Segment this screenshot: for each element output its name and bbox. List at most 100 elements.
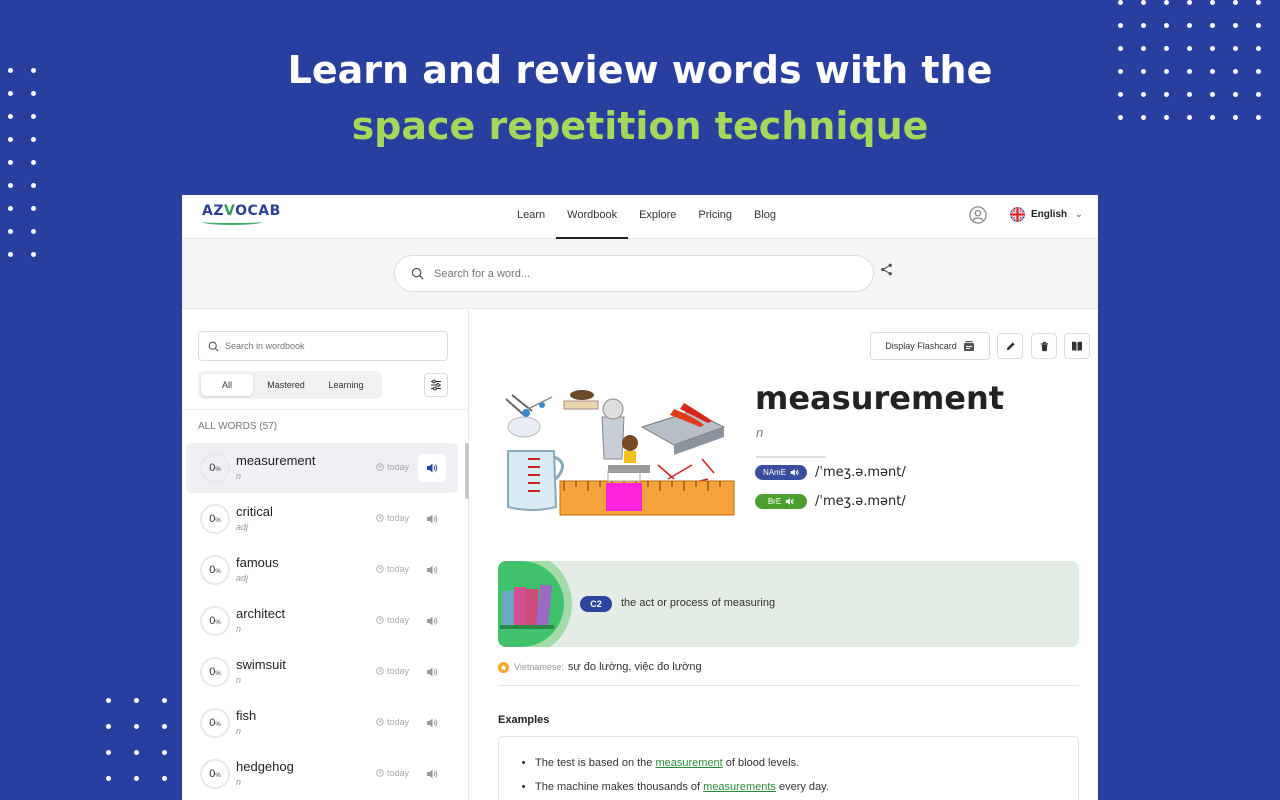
translation-text: sự đo lường, việc đo lường bbox=[567, 661, 702, 673]
review-due: today bbox=[376, 768, 409, 778]
definition-card: C2 the act or process of measuring bbox=[498, 561, 1079, 647]
word-list-item[interactable]: 0% swimsuit n today bbox=[186, 647, 458, 697]
speaker-icon bbox=[785, 498, 794, 505]
bre-audio-button[interactable]: BrE bbox=[755, 494, 807, 509]
star-icon bbox=[498, 661, 509, 673]
pronounce-button[interactable] bbox=[418, 658, 446, 686]
review-due: today bbox=[376, 564, 409, 574]
wordbook-button[interactable] bbox=[1064, 333, 1090, 359]
flashcard-icon bbox=[963, 341, 974, 351]
review-due: today bbox=[376, 462, 409, 472]
nav-link-wordbook[interactable]: Wordbook bbox=[556, 195, 629, 239]
bre-ipa: /ˈmeʒ.ə.mənt/ bbox=[815, 494, 906, 509]
clock-icon bbox=[376, 514, 384, 522]
word-pos: n bbox=[236, 624, 242, 634]
nav-link-learn[interactable]: Learn bbox=[506, 195, 556, 239]
definition-text: the act or process of measuring bbox=[621, 597, 776, 609]
word-list-item[interactable]: 0% fish n today bbox=[186, 698, 458, 748]
books-icon bbox=[500, 584, 554, 629]
display-flashcard-label: Display Flashcard bbox=[885, 341, 957, 351]
filter-tab-all[interactable]: All bbox=[201, 374, 253, 396]
sliders-icon bbox=[431, 379, 441, 391]
word-label: fish bbox=[236, 708, 257, 723]
speaker-icon bbox=[427, 769, 438, 779]
filter-tab-mastered[interactable]: Mastered bbox=[253, 374, 319, 396]
speaker-icon bbox=[790, 469, 799, 476]
speaker-icon bbox=[427, 565, 438, 575]
azvocab-logo[interactable]: AZVOCAB bbox=[202, 203, 281, 225]
word-pos: adj bbox=[236, 522, 249, 532]
word-pos: adj bbox=[236, 573, 249, 583]
speaker-icon bbox=[427, 616, 438, 626]
review-due: today bbox=[376, 513, 409, 523]
nav-link-pricing[interactable]: Pricing bbox=[687, 195, 743, 239]
clock-icon bbox=[376, 769, 384, 777]
nav-link-blog[interactable]: Blog bbox=[743, 195, 787, 239]
sidebar-scrollbar[interactable] bbox=[465, 443, 469, 499]
pronounce-button[interactable] bbox=[418, 454, 446, 482]
clock-icon bbox=[376, 667, 384, 675]
share-icon[interactable] bbox=[880, 263, 893, 276]
word-pos: n bbox=[236, 471, 242, 481]
headword-divider bbox=[756, 456, 826, 458]
progress-ring: 0% bbox=[200, 708, 230, 738]
uk-flag-icon bbox=[1010, 207, 1025, 222]
language-label: English bbox=[1031, 209, 1068, 220]
progress-ring: 0% bbox=[200, 453, 230, 483]
word-list: 0% measurement n today 0% critical adj t… bbox=[186, 443, 458, 800]
wordbook-search-input[interactable] bbox=[225, 341, 425, 351]
decorative-dots-left bbox=[8, 68, 36, 257]
all-words-count: ALL WORDS (57) bbox=[198, 421, 278, 432]
word-list-item[interactable]: 0% hedgehog n today bbox=[186, 749, 458, 799]
app-window: AZVOCAB Learn Wordbook Explore Pricing B… bbox=[182, 195, 1098, 800]
word-search-box[interactable] bbox=[394, 255, 874, 292]
word-list-item[interactable]: 0% architect n today bbox=[186, 596, 458, 646]
filter-tab-learning[interactable]: Learning bbox=[319, 374, 373, 396]
delete-button[interactable] bbox=[1031, 333, 1057, 359]
pencil-icon bbox=[1006, 341, 1015, 350]
review-due: today bbox=[376, 666, 409, 676]
filter-settings-button[interactable] bbox=[424, 373, 448, 397]
word-list-item[interactable]: 0% famous adj today bbox=[186, 545, 458, 595]
nav-links: Learn Wordbook Explore Pricing Blog bbox=[506, 195, 787, 239]
word-search-input[interactable] bbox=[434, 267, 834, 280]
word-filter-tabs: All Mastered Learning bbox=[198, 371, 382, 399]
clock-icon bbox=[376, 616, 384, 624]
example-sentence: The test is based on the measurement of … bbox=[535, 751, 1078, 775]
pronounce-button[interactable] bbox=[418, 607, 446, 635]
search-icon bbox=[411, 267, 424, 280]
progress-ring: 0% bbox=[200, 657, 230, 687]
top-navigation: AZVOCAB Learn Wordbook Explore Pricing B… bbox=[182, 195, 1098, 239]
word-list-item[interactable]: 0% measurement n today bbox=[186, 443, 458, 493]
review-due: today bbox=[376, 717, 409, 727]
name-audio-button[interactable]: NAmE bbox=[755, 465, 807, 480]
pronounce-button[interactable] bbox=[418, 505, 446, 533]
edit-button[interactable] bbox=[997, 333, 1023, 359]
name-ipa: /ˈmeʒ.ə.mənt/ bbox=[815, 465, 906, 480]
word-list-item[interactable]: 0% critical adj today bbox=[186, 494, 458, 544]
hero-line-2: space repetition technique bbox=[351, 104, 929, 148]
display-flashcard-button[interactable]: Display Flashcard bbox=[870, 332, 990, 360]
progress-ring: 0% bbox=[200, 555, 230, 585]
user-account-icon[interactable] bbox=[969, 206, 987, 224]
progress-ring: 0% bbox=[200, 504, 230, 534]
clock-icon bbox=[376, 718, 384, 726]
trash-icon bbox=[1040, 341, 1048, 351]
progress-ring: 0% bbox=[200, 759, 230, 789]
sidebar-divider bbox=[182, 409, 469, 410]
wordbook-sidebar: All Mastered Learning ALL WORDS (57) 0% … bbox=[182, 309, 469, 800]
pronounce-button[interactable] bbox=[418, 709, 446, 737]
word-pos: n bbox=[236, 726, 242, 736]
language-selector[interactable]: English ⌄ bbox=[1010, 207, 1083, 222]
cefr-level-badge: C2 bbox=[580, 596, 612, 612]
book-open-icon bbox=[1072, 341, 1082, 351]
pronounce-button[interactable] bbox=[418, 556, 446, 584]
wordbook-search-box[interactable] bbox=[198, 331, 448, 361]
pronunciation-bre: BrE /ˈmeʒ.ə.mənt/ bbox=[755, 494, 906, 509]
pronunciation-name: NAmE /ˈmeʒ.ə.mənt/ bbox=[755, 465, 906, 480]
speaker-icon bbox=[427, 514, 438, 524]
example-term-link[interactable]: measurements bbox=[703, 781, 776, 793]
example-term-link[interactable]: measurement bbox=[655, 757, 722, 769]
nav-link-explore[interactable]: Explore bbox=[628, 195, 687, 239]
pronounce-button[interactable] bbox=[418, 760, 446, 788]
